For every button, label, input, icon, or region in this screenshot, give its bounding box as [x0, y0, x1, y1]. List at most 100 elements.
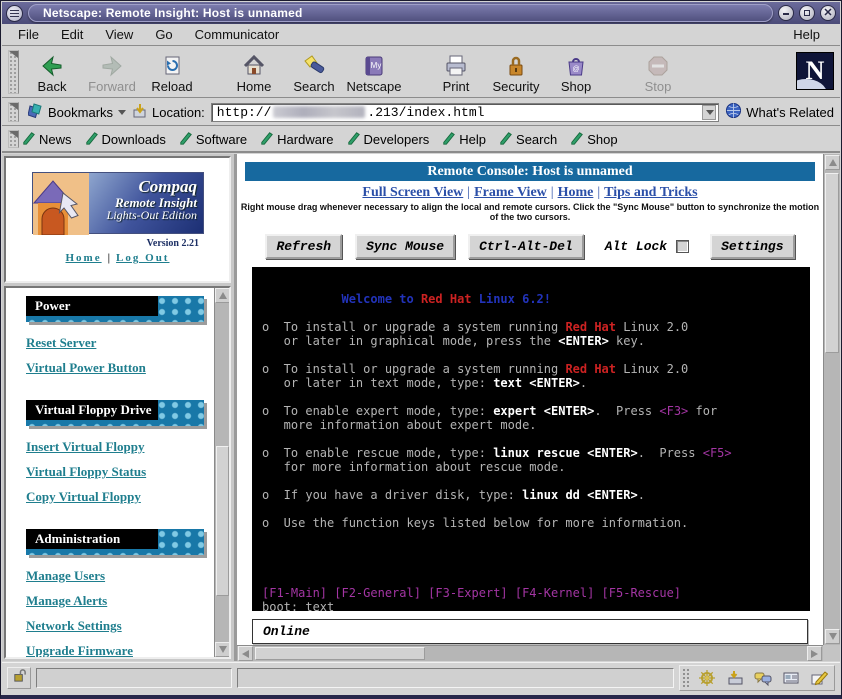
menu-file[interactable]: File: [18, 27, 39, 42]
personal-bookmark-downloads[interactable]: Downloads: [85, 131, 166, 148]
shop-button[interactable]: @Shop: [546, 48, 606, 96]
sidebar-section-virtual-floppy-drive: Virtual Floppy DriveInsert Virtual Flopp…: [26, 400, 214, 505]
personal-bookmark-shop[interactable]: Shop: [570, 131, 617, 148]
sidebar-link-network-settings[interactable]: Network Settings: [26, 618, 214, 634]
section-title: Power: [26, 296, 158, 316]
nav-link-frame-view[interactable]: Frame View: [474, 185, 547, 200]
discussions-icon[interactable]: [753, 668, 772, 687]
console-line: for more information about rescue mode.: [262, 460, 810, 474]
bookmarks-menu[interactable]: Bookmarks: [28, 103, 126, 122]
mailbox-icon[interactable]: [725, 668, 744, 687]
main-scroll-left-button[interactable]: [238, 646, 253, 661]
sidebar-nav-frame: Power Reset Server Virtual Power Button Vir…: [4, 286, 231, 659]
security-indicator[interactable]: [7, 667, 31, 689]
personal-bookmark-search[interactable]: Search: [499, 131, 557, 148]
reload-button[interactable]: Reload: [142, 48, 202, 96]
alt-lock-checkbox[interactable]: [676, 240, 689, 253]
navigation-toolbar: BackForwardReloadHomeSearchMyNetscapePri…: [2, 47, 840, 98]
main-scroll-thumb[interactable]: [825, 173, 839, 353]
sidebar-link-copy-virtual-floppy[interactable]: Copy Virtual Floppy: [26, 489, 214, 505]
back-button[interactable]: Back: [22, 48, 82, 96]
logout-link[interactable]: Log Out: [116, 252, 169, 264]
status-panel-progress: [36, 668, 232, 688]
sidebar-link-virtual-floppy-status[interactable]: Virtual Floppy Status: [26, 464, 214, 480]
sync-mouse-button[interactable]: Sync Mouse: [355, 234, 455, 259]
remote-console-page: Remote Console: Host is unnamed Full Scr…: [237, 154, 823, 645]
security-icon: [504, 52, 528, 78]
address-book-icon[interactable]: [781, 668, 800, 687]
sidebar-link-upgrade-firmware[interactable]: Upgrade Firmware: [26, 643, 214, 659]
location-bar-grip[interactable]: [8, 102, 19, 122]
console-line: [262, 544, 810, 558]
maximize-button[interactable]: [799, 5, 815, 21]
netscape-logo[interactable]: N: [796, 52, 834, 90]
bookmark-folder-icon: [347, 131, 361, 148]
version-label: Version 2.21: [147, 238, 199, 249]
personal-bookmark-developers[interactable]: Developers: [347, 131, 430, 148]
svg-text:My: My: [371, 61, 382, 70]
window-menu-button[interactable]: [6, 5, 23, 22]
url-dropdown-icon: [706, 110, 714, 115]
main-vertical-scrollbar[interactable]: [823, 154, 840, 645]
sidebar-scroll-thumb[interactable]: [216, 446, 229, 596]
main-frame: Remote Console: Host is unnamed Full Scr…: [234, 154, 840, 661]
main-scroll-up-button[interactable]: [825, 155, 840, 170]
url-prefix: http://: [217, 105, 272, 120]
location-target-icon[interactable]: [132, 103, 148, 122]
home-button[interactable]: Home: [224, 48, 284, 96]
menu-help[interactable]: Help: [793, 27, 820, 42]
minimize-icon: [783, 13, 789, 15]
sidebar-link-manage-users[interactable]: Manage Users: [26, 568, 214, 584]
toolbar-button-label: Print: [443, 79, 470, 94]
main-scroll-down-button[interactable]: [825, 629, 840, 644]
sidebar-scrollbar[interactable]: [214, 288, 229, 657]
personal-toolbar-grip[interactable]: [8, 130, 19, 148]
menu-edit[interactable]: Edit: [61, 27, 83, 42]
main-scroll-right-button[interactable]: [807, 646, 822, 661]
print-button[interactable]: Print: [426, 48, 486, 96]
personal-bookmark-help[interactable]: Help: [442, 131, 486, 148]
sidebar-link-manage-alerts[interactable]: Manage Alerts: [26, 593, 214, 609]
sidebar-scroll-down-button[interactable]: [215, 642, 230, 657]
whats-related-button[interactable]: What's Related: [725, 102, 834, 122]
main-horizontal-scrollbar[interactable]: [237, 645, 823, 661]
search-button[interactable]: Search: [284, 48, 344, 96]
composer-icon[interactable]: [809, 668, 828, 687]
console-line: [262, 474, 810, 488]
security-button[interactable]: Security: [486, 48, 546, 96]
toolbar-grip[interactable]: [8, 50, 19, 94]
sidebar-link-reset-server[interactable]: Reset Server: [26, 335, 214, 351]
component-bar-grip[interactable]: [682, 668, 689, 688]
personal-bookmark-hardware[interactable]: Hardware: [260, 131, 333, 148]
sidebar-link-virtual-power-button[interactable]: Virtual Power Button: [26, 360, 214, 376]
console-line: [262, 572, 810, 586]
home-link[interactable]: Home: [66, 252, 102, 264]
navigator-icon[interactable]: [697, 668, 716, 687]
location-bar: Bookmarks Location: http://.213/index.ht…: [2, 99, 840, 126]
menu-go[interactable]: Go: [155, 27, 172, 42]
nav-link-tips-and-tricks[interactable]: Tips and Tricks: [604, 185, 697, 200]
nav-link-full-screen-view[interactable]: Full Screen View: [362, 185, 463, 200]
shop-icon: @: [564, 52, 588, 78]
nav-link-home[interactable]: Home: [558, 185, 594, 200]
main-hscroll-thumb[interactable]: [255, 647, 425, 660]
netscape-logo-letter: N: [806, 56, 825, 86]
settings-button[interactable]: Settings: [710, 234, 794, 259]
personal-bookmark-software[interactable]: Software: [179, 131, 247, 148]
url-history-dropdown[interactable]: [702, 105, 716, 120]
menu-communicator[interactable]: Communicator: [195, 27, 280, 42]
close-button[interactable]: ✕: [820, 5, 836, 21]
url-input[interactable]: http://.213/index.html: [211, 103, 719, 122]
sidebar-scroll-up-button[interactable]: [215, 288, 230, 303]
menu-view[interactable]: View: [105, 27, 133, 42]
maximize-icon: [804, 10, 810, 16]
netscape-button[interactable]: MyNetscape: [344, 48, 404, 96]
brand-line2: Remote Insight: [107, 196, 197, 210]
refresh-button[interactable]: Refresh: [265, 234, 342, 259]
remote-console-screen[interactable]: Welcome to Red Hat Linux 6.2! o To insta…: [252, 267, 810, 611]
minimize-button[interactable]: [778, 5, 794, 21]
sidebar-link-insert-virtual-floppy[interactable]: Insert Virtual Floppy: [26, 439, 214, 455]
ctrl-alt-del-button[interactable]: Ctrl-Alt-Del: [468, 234, 584, 259]
console-nav-links: Full Screen View|Frame View|Home|Tips an…: [237, 185, 823, 201]
personal-bookmark-news[interactable]: News: [22, 131, 72, 148]
